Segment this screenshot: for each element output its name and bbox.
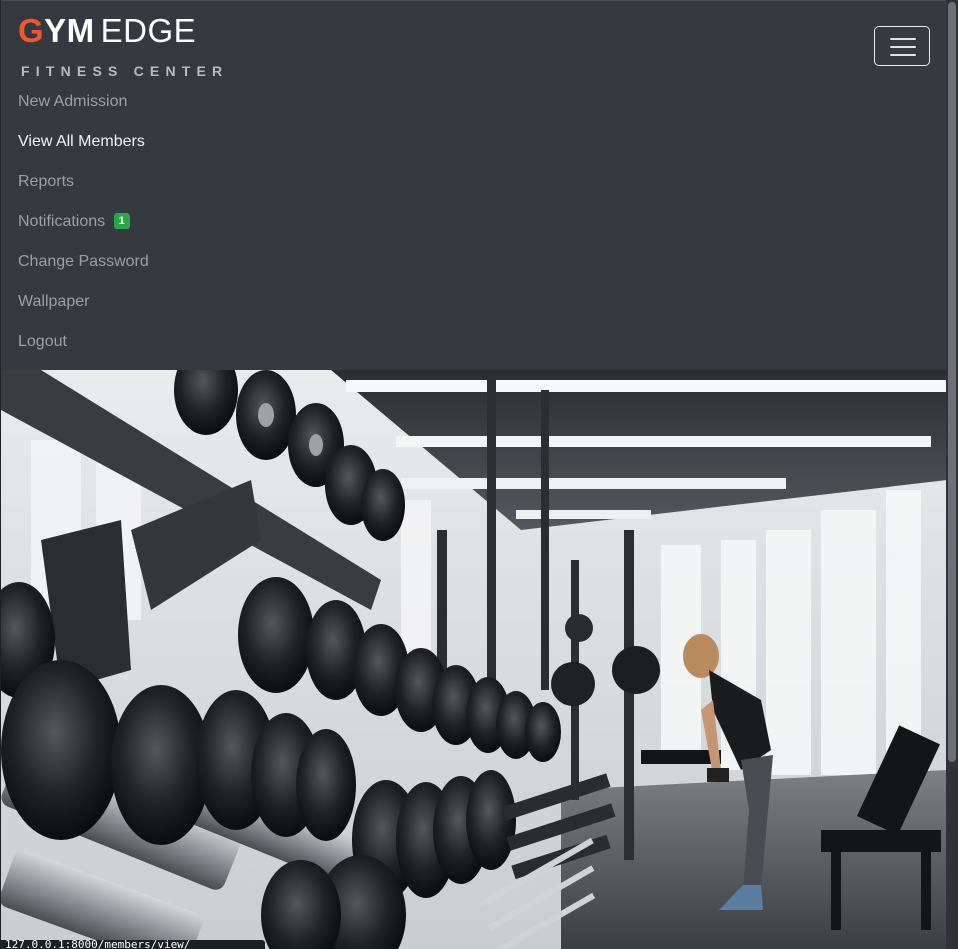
nav-item-label: New Admission — [18, 93, 128, 110]
nav-item-new-admission[interactable]: New Admission — [18, 82, 149, 122]
nav-item-label: Reports — [18, 173, 75, 190]
hamburger-menu-icon — [890, 38, 916, 40]
brand-logo[interactable]: GYM EDGE FITNESS CENTER — [18, 11, 228, 83]
hamburger-menu-icon-bar — [890, 46, 916, 48]
brand-letters-ym: YM — [44, 12, 95, 49]
hamburger-menu-icon-bar — [890, 54, 916, 56]
nav-item-label: Wallpaper — [18, 293, 90, 310]
nav-item-label: Change Password — [18, 253, 149, 270]
nav-item-notifications[interactable]: Notifications 1 — [18, 202, 149, 242]
brand-letter-g: G — [18, 12, 45, 49]
hero-gym-image — [1, 370, 947, 949]
nav-item-wallpaper[interactable]: Wallpaper — [18, 282, 149, 322]
scrollbar-thumb[interactable] — [948, 2, 956, 762]
brand-subtitle: FITNESS CENTER — [21, 63, 229, 79]
browser-viewport: GYM EDGE FITNESS CENTER New Admission Vie… — [0, 0, 947, 949]
nav-item-change-password[interactable]: Change Password — [18, 242, 149, 282]
page-scrollbar[interactable] — [946, 0, 958, 949]
browser-status-url: 127.0.0.1:8000/members/view/ — [1, 940, 265, 949]
brand-wordmark: GYM EDGE — [18, 11, 196, 51]
brand-word-edge: EDGE — [100, 12, 197, 49]
nav-item-reports[interactable]: Reports — [18, 162, 149, 202]
nav-menu: New Admission View All Members Reports N… — [18, 82, 149, 362]
nav-item-view-all-members[interactable]: View All Members — [18, 122, 149, 162]
navbar: GYM EDGE FITNESS CENTER New Admission Vie… — [1, 0, 947, 371]
nav-item-label: Logout — [18, 333, 67, 350]
gym-photo-illustration — [1, 370, 947, 949]
navbar-toggler-button[interactable] — [874, 26, 930, 66]
nav-item-label: View All Members — [18, 133, 145, 150]
nav-item-label: Notifications — [18, 213, 106, 230]
notification-count-badge: 1 — [113, 213, 130, 229]
nav-item-logout[interactable]: Logout — [18, 322, 149, 362]
